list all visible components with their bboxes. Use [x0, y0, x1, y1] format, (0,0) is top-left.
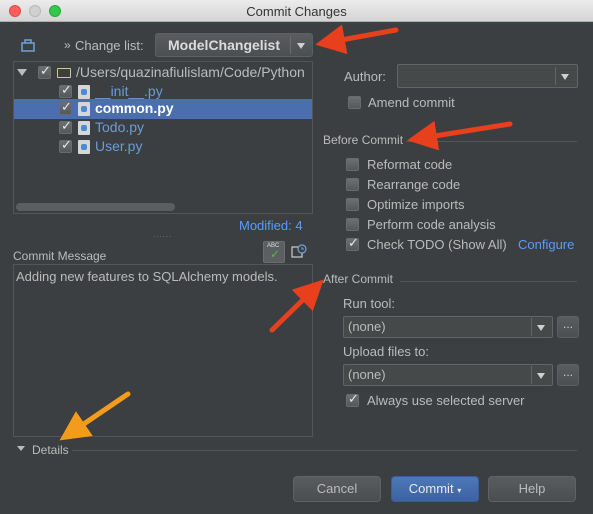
- always-use-server-label[interactable]: Always use selected server: [367, 393, 525, 408]
- title-bar: Commit Changes: [0, 0, 593, 22]
- file-name: Todo.py: [95, 119, 145, 135]
- before-commit-separator: [406, 141, 577, 142]
- resize-grip[interactable]: .....: [289, 444, 305, 453]
- upload-server-value: (none): [348, 367, 386, 382]
- run-tool-select[interactable]: (none): [343, 316, 553, 338]
- optimize-imports-label[interactable]: Optimize imports: [367, 197, 465, 212]
- author-label: Author:: [344, 69, 386, 84]
- code-analysis-checkbox[interactable]: [346, 218, 359, 231]
- python-file-icon: [78, 140, 90, 154]
- commit-button[interactable]: Commit ▾: [391, 476, 479, 502]
- after-commit-separator: [400, 281, 577, 282]
- tree-file-row[interactable]: User.py: [14, 137, 312, 157]
- history-icon[interactable]: [291, 244, 307, 260]
- upload-more-button[interactable]: ...: [557, 364, 579, 386]
- code-analysis-label[interactable]: Perform code analysis: [367, 217, 496, 232]
- file-checkbox[interactable]: [59, 100, 72, 115]
- chevron-down-icon: [561, 74, 569, 80]
- run-tool-value: (none): [348, 319, 386, 334]
- commit-button-label: Commit: [408, 481, 454, 496]
- tree-file-row-selected[interactable]: common.py: [14, 99, 312, 119]
- help-button[interactable]: Help: [488, 476, 576, 502]
- commit-message-input[interactable]: Adding new features to SQLAlchemy models…: [13, 264, 313, 437]
- horizontal-scrollbar[interactable]: [16, 203, 175, 211]
- reformat-code-checkbox[interactable]: [346, 158, 359, 171]
- python-file-icon: [78, 121, 90, 135]
- run-tool-more-button[interactable]: ...: [557, 316, 579, 338]
- amend-commit-label[interactable]: Amend commit: [368, 95, 455, 110]
- arrow-before-commit: [407, 120, 513, 151]
- rearrange-code-label[interactable]: Rearrange code: [367, 177, 460, 192]
- python-file-icon: [78, 102, 90, 116]
- changelist-value: ModelChangelist: [168, 37, 281, 53]
- optimize-imports-checkbox[interactable]: [346, 198, 359, 211]
- python-file-icon: [78, 85, 90, 99]
- cancel-button[interactable]: Cancel: [293, 476, 381, 502]
- details-separator: [72, 450, 577, 451]
- changes-tree[interactable]: /Users/quazinafiulislam/Code/Python __in…: [13, 61, 313, 214]
- file-name: User.py: [95, 138, 143, 154]
- configure-link[interactable]: Configure: [518, 237, 574, 252]
- tree-file-row[interactable]: Todo.py: [14, 118, 312, 138]
- commit-message-label: Commit Message: [13, 249, 107, 263]
- tree-root-row[interactable]: /Users/quazinafiulislam/Code/Python: [14, 63, 312, 83]
- upload-files-label: Upload files to:: [343, 344, 429, 359]
- window-title: Commit Changes: [246, 4, 347, 19]
- file-checkbox[interactable]: [59, 119, 72, 134]
- modified-count[interactable]: Modified: 4: [239, 218, 303, 233]
- rearrange-code-checkbox[interactable]: [346, 178, 359, 191]
- spellcheck-icon[interactable]: ABC ✓: [263, 241, 285, 263]
- chevron-down-icon: [297, 43, 305, 49]
- always-use-server-checkbox[interactable]: [346, 392, 359, 407]
- arrow-changelist: [315, 24, 399, 55]
- root-path: /Users/quazinafiulislam/Code/Python: [76, 64, 305, 80]
- file-checkbox[interactable]: [59, 138, 72, 153]
- changelist-dropdown[interactable]: ModelChangelist: [155, 33, 313, 57]
- expand-changes-icon[interactable]: »: [64, 38, 71, 52]
- reformat-code-label[interactable]: Reformat code: [367, 157, 452, 172]
- upload-server-select[interactable]: (none): [343, 364, 553, 386]
- amend-commit-checkbox[interactable]: [348, 96, 361, 109]
- check-todo-label[interactable]: Check TODO (Show All): [367, 237, 507, 252]
- chevron-down-icon: [537, 373, 545, 379]
- expand-triangle-icon[interactable]: [17, 69, 27, 76]
- commit-message-text: Adding new features to SQLAlchemy models…: [16, 269, 278, 284]
- chevron-down-icon: [537, 325, 545, 331]
- splitter-grip[interactable]: ......: [153, 230, 172, 239]
- check-todo-checkbox[interactable]: [346, 236, 359, 251]
- root-checkbox[interactable]: [38, 64, 51, 79]
- before-commit-title: Before Commit: [323, 133, 404, 147]
- shelve-icon[interactable]: [20, 38, 36, 52]
- details-toggle[interactable]: Details: [32, 443, 69, 457]
- folder-icon: [57, 68, 71, 78]
- file-checkbox[interactable]: [59, 83, 72, 98]
- after-commit-title: After Commit: [323, 272, 394, 286]
- details-triangle-icon[interactable]: [17, 446, 25, 451]
- run-tool-label: Run tool:: [343, 296, 396, 311]
- file-name: common.py: [95, 100, 174, 116]
- file-name: __init__.py: [95, 83, 163, 99]
- author-combobox[interactable]: [397, 64, 578, 88]
- chevron-down-icon: ▾: [457, 486, 462, 495]
- changelist-label: Change list:: [75, 38, 144, 53]
